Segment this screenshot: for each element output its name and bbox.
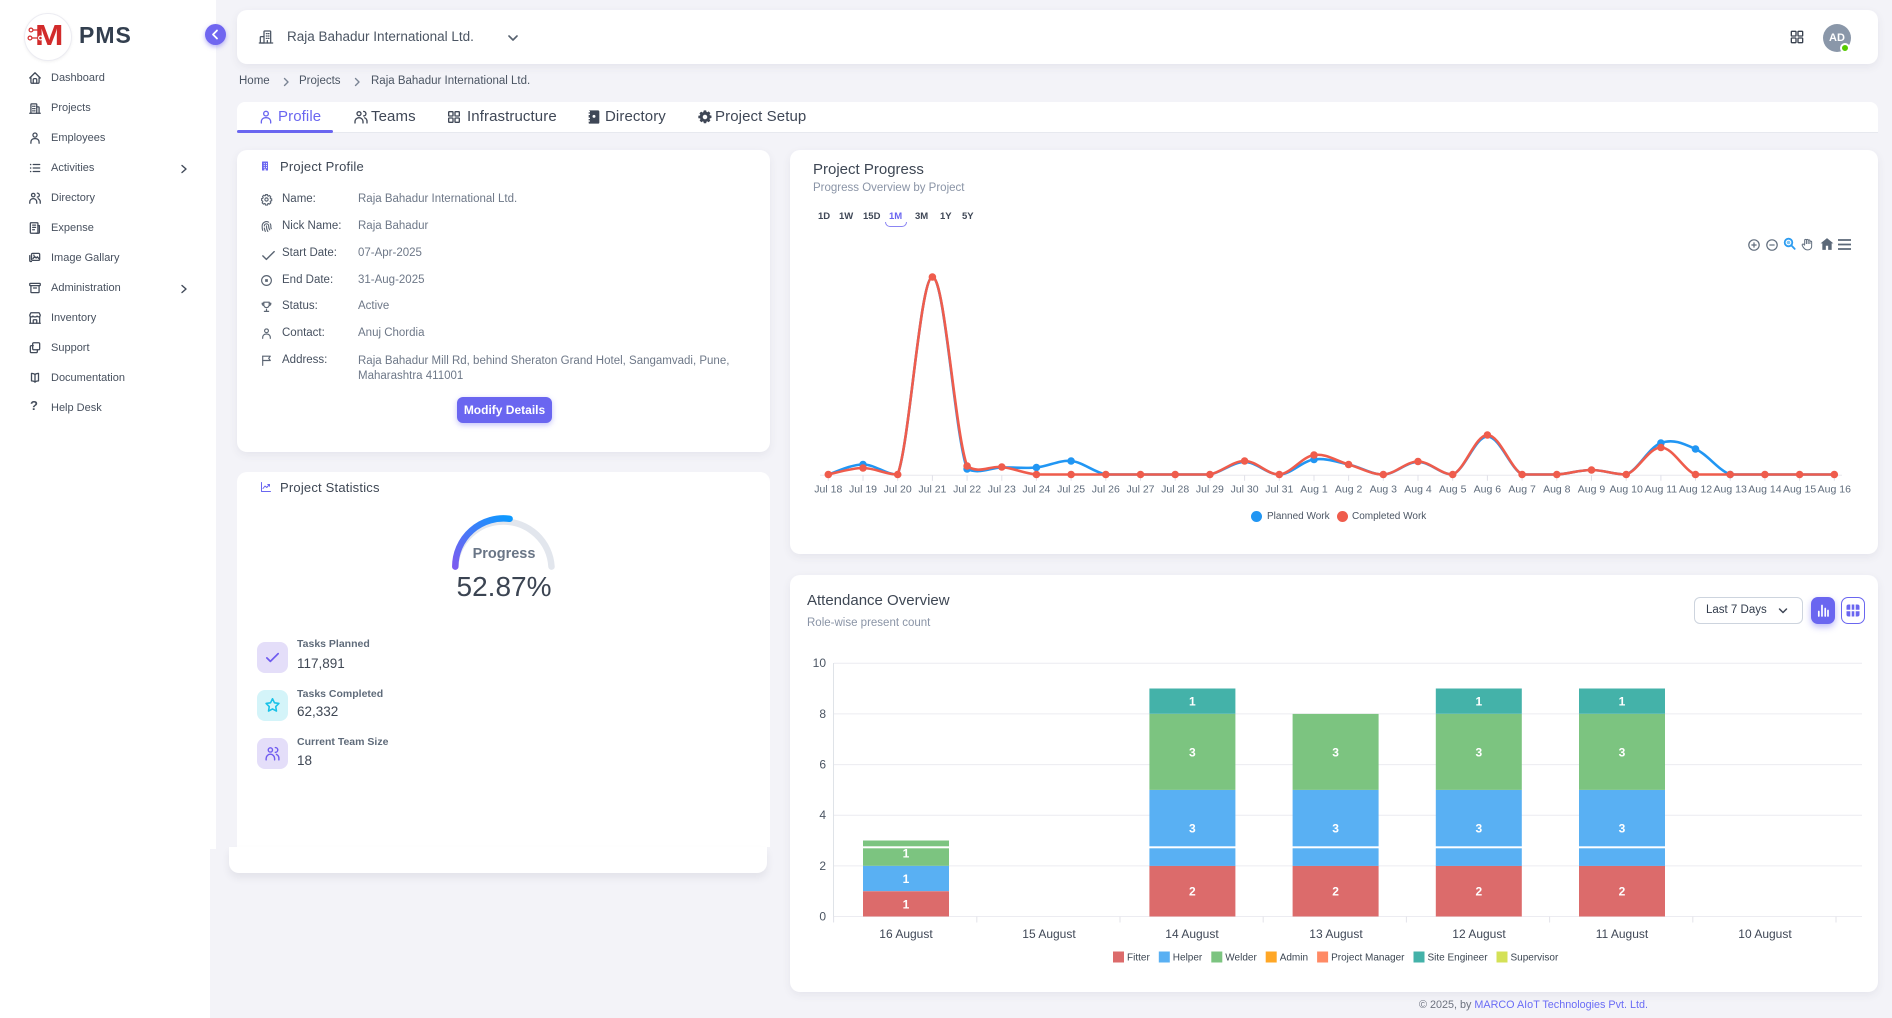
svg-text:3: 3 [1619, 821, 1626, 835]
svg-text:Project Manager: Project Manager [1331, 953, 1405, 964]
svg-text:8: 8 [819, 707, 826, 721]
svg-text:Fitter: Fitter [1127, 953, 1150, 964]
svg-text:2: 2 [819, 859, 826, 873]
svg-text:1: 1 [903, 897, 910, 911]
svg-text:13 August: 13 August [1309, 927, 1363, 941]
svg-text:2: 2 [1189, 885, 1196, 899]
svg-text:6: 6 [819, 758, 826, 772]
svg-text:3: 3 [1475, 821, 1482, 835]
svg-text:2: 2 [1332, 885, 1339, 899]
svg-text:12 August: 12 August [1452, 927, 1506, 941]
svg-text:1: 1 [1475, 695, 1482, 709]
svg-text:10 August: 10 August [1738, 927, 1792, 941]
svg-text:2: 2 [1475, 885, 1482, 899]
svg-text:3: 3 [1332, 745, 1339, 759]
svg-text:15 August: 15 August [1022, 927, 1076, 941]
svg-text:16 August: 16 August [879, 927, 933, 941]
svg-text:Admin: Admin [1280, 953, 1308, 964]
svg-text:1: 1 [1189, 695, 1196, 709]
svg-text:1: 1 [903, 872, 910, 886]
svg-text:3: 3 [1189, 821, 1196, 835]
svg-text:11 August: 11 August [1596, 927, 1649, 941]
svg-text:3: 3 [1619, 745, 1626, 759]
svg-text:1: 1 [903, 847, 910, 861]
svg-text:0: 0 [819, 910, 826, 924]
svg-text:4: 4 [819, 808, 826, 822]
svg-text:10: 10 [813, 656, 827, 670]
svg-text:1: 1 [1619, 695, 1626, 709]
svg-text:Helper: Helper [1173, 953, 1203, 964]
svg-text:3: 3 [1475, 745, 1482, 759]
svg-text:Supervisor: Supervisor [1511, 953, 1559, 964]
svg-text:3: 3 [1189, 745, 1196, 759]
svg-text:3: 3 [1332, 821, 1339, 835]
svg-text:14 August: 14 August [1165, 927, 1219, 941]
svg-text:2: 2 [1619, 885, 1626, 899]
svg-text:Site Engineer: Site Engineer [1428, 953, 1489, 964]
svg-text:Welder: Welder [1225, 953, 1257, 964]
